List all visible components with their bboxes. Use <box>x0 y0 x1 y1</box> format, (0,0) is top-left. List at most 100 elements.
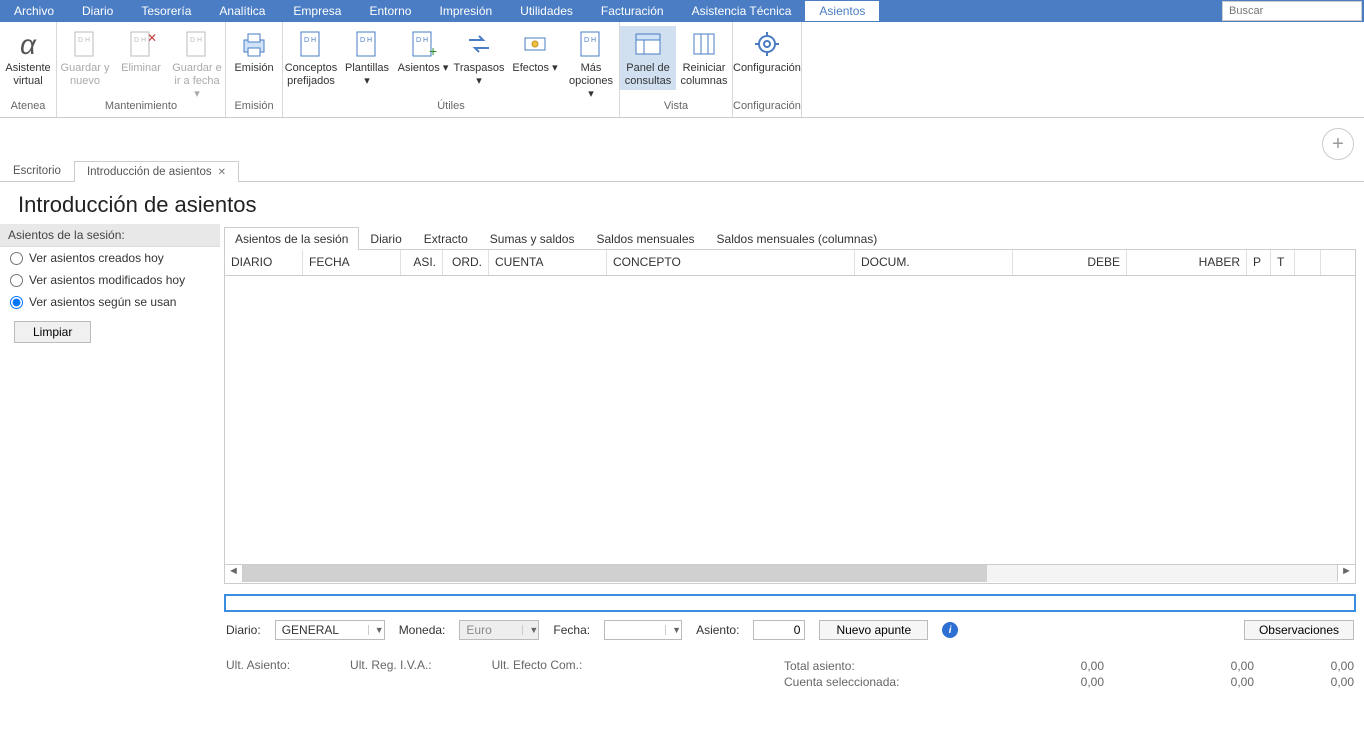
main-area: Asientos de la sesión: Ver asientos crea… <box>0 224 1364 690</box>
search-input[interactable] <box>1222 1 1362 21</box>
menu-item-asistenciatcnica[interactable]: Asistencia Técnica <box>678 1 806 21</box>
menu-item-entorno[interactable]: Entorno <box>355 1 425 21</box>
grid-col-fecha[interactable]: FECHA <box>303 250 401 275</box>
chevron-down-icon[interactable]: ▼ <box>522 625 538 635</box>
menu-item-archivo[interactable]: Archivo <box>0 1 68 21</box>
chevron-down-icon[interactable]: ▼ <box>665 625 681 635</box>
sub-tab-asientosdelasesin[interactable]: Asientos de la sesión <box>224 227 359 250</box>
scroll-right-icon[interactable]: ► <box>1337 565 1355 582</box>
alpha-icon: α <box>12 28 44 60</box>
diario-combo[interactable]: GENERAL ▼ <box>275 620 385 640</box>
footer-val: 0,00 <box>1254 658 1354 674</box>
grid-col-haber[interactable]: HABER <box>1127 250 1247 275</box>
observations-button[interactable]: Observaciones <box>1244 620 1354 640</box>
scroll-track[interactable] <box>243 565 1337 582</box>
svg-text:D H: D H <box>190 37 202 44</box>
clear-button[interactable]: Limpiar <box>14 321 91 343</box>
scroll-thumb[interactable] <box>243 565 987 582</box>
ribbon-btn-label: Guardar y nuevo <box>59 62 111 88</box>
ribbon-btn-label: Panel de consultas <box>622 62 674 88</box>
ribbon-btn-reiniciarcolumnas[interactable]: Reiniciar columnas <box>676 26 732 90</box>
dh-doc-icon: D H <box>295 28 327 60</box>
grid-horizontal-scrollbar[interactable]: ◄ ► <box>225 564 1355 582</box>
info-icon[interactable]: i <box>942 622 958 638</box>
ribbon-btn-asistentevirtual[interactable]: αAsistente virtual <box>0 26 56 90</box>
sub-tab-saldosmensualescolumnas[interactable]: Saldos mensuales (columnas) <box>706 227 889 250</box>
ribbon-btn-asientos[interactable]: D H+Asientos ▾ <box>395 26 451 77</box>
svg-text:✕: ✕ <box>147 31 157 45</box>
grid-col-concepto[interactable]: CONCEPTO <box>607 250 855 275</box>
ribbon-btn-paneldeconsultas[interactable]: Panel de consultas <box>620 26 676 90</box>
menu-item-utilidades[interactable]: Utilidades <box>506 1 587 21</box>
ribbon-group-label: Configuración <box>733 100 801 114</box>
fecha-label: Fecha: <box>553 623 590 637</box>
grid-col-blank[interactable] <box>1295 250 1321 275</box>
asiento-input[interactable] <box>753 620 805 640</box>
grid-col-docum[interactable]: DOCUM. <box>855 250 1013 275</box>
sub-tab-diario[interactable]: Diario <box>359 227 412 250</box>
ribbon-btn-label: Conceptos prefijados <box>285 62 338 88</box>
entry-form: Diario: GENERAL ▼ Moneda: Euro ▼ Fecha: … <box>224 618 1356 642</box>
svg-text:+: + <box>429 43 437 59</box>
menu-item-analtica[interactable]: Analítica <box>205 1 279 21</box>
radio-input[interactable] <box>10 252 23 265</box>
grid-body[interactable] <box>225 276 1355 564</box>
grid-col-t[interactable]: T <box>1271 250 1295 275</box>
ribbon-btn-efectos[interactable]: Efectos ▾ <box>507 26 563 77</box>
svg-text:α: α <box>20 29 37 60</box>
radio-input[interactable] <box>10 296 23 309</box>
ribbon-group-vista: Panel de consultasReiniciar columnasVist… <box>620 22 733 117</box>
new-entry-button[interactable]: Nuevo apunte <box>819 620 928 640</box>
scroll-left-icon[interactable]: ◄ <box>225 565 243 582</box>
ribbon-btn-conceptosprefijados[interactable]: D H Conceptos prefijados <box>283 26 339 90</box>
session-filter-option[interactable]: Ver asientos según se usan <box>0 291 220 313</box>
grid-col-p[interactable]: P <box>1247 250 1271 275</box>
document-tabs: EscritorioIntroducción de asientos✕ <box>0 158 1364 182</box>
svg-text:D H: D H <box>304 37 316 44</box>
ribbon-btn-emisin[interactable]: Emisión <box>226 26 282 77</box>
menu-item-asientos[interactable]: Asientos <box>805 1 879 21</box>
grid-col-asi[interactable]: ASI. <box>401 250 443 275</box>
ribbon-btn-plantillas[interactable]: D HPlantillas ▾ <box>339 26 395 90</box>
doc-tab-introduccindeasientos[interactable]: Introducción de asientos✕ <box>74 161 239 182</box>
ribbon-btn-configuracin[interactable]: Configuración <box>739 26 795 77</box>
fecha-combo[interactable]: ▼ <box>604 620 682 640</box>
menu-item-impresin[interactable]: Impresión <box>425 1 506 21</box>
menu-item-diario[interactable]: Diario <box>68 1 127 21</box>
sub-tab-extracto[interactable]: Extracto <box>413 227 479 250</box>
doc-tab-escritorio[interactable]: Escritorio <box>0 160 74 181</box>
doc-save-icon: D H <box>69 28 101 60</box>
session-filter-option[interactable]: Ver asientos creados hoy <box>0 247 220 269</box>
radio-input[interactable] <box>10 274 23 287</box>
ribbon-btn-label: Reiniciar columnas <box>678 62 730 88</box>
active-entry-bar[interactable] <box>224 594 1356 612</box>
ribbon-btn-msopciones[interactable]: D HMás opciones ▾ <box>563 26 619 104</box>
svg-text:D H: D H <box>78 37 90 44</box>
ribbon-btn-label: Efectos ▾ <box>512 62 557 75</box>
ribbon-btn-label: Más opciones ▾ <box>565 62 617 102</box>
close-icon[interactable]: ✕ <box>218 167 226 178</box>
menu-item-facturacin[interactable]: Facturación <box>587 1 678 21</box>
ribbon-btn-traspasos[interactable]: Traspasos ▾ <box>451 26 507 90</box>
sub-tab-sumasysaldos[interactable]: Sumas y saldos <box>479 227 586 250</box>
session-filter-option[interactable]: Ver asientos modificados hoy <box>0 269 220 291</box>
sub-tab-saldosmensuales[interactable]: Saldos mensuales <box>585 227 705 250</box>
add-tab-button[interactable]: + <box>1322 128 1354 160</box>
menu-item-empresa[interactable]: Empresa <box>279 1 355 21</box>
ribbon-btn-label: Plantillas ▾ <box>341 62 393 88</box>
menu-item-tesorera[interactable]: Tesorería <box>127 1 205 21</box>
footer-val: 0,00 <box>954 658 1104 674</box>
grid-col-cuenta[interactable]: CUENTA <box>489 250 607 275</box>
doc-del-icon: D H✕ <box>125 28 157 60</box>
grid-col-debe[interactable]: DEBE <box>1013 250 1127 275</box>
moneda-combo[interactable]: Euro ▼ <box>459 620 539 640</box>
ult-efecto-label: Ult. Efecto Com.: <box>492 658 583 690</box>
panel-icon <box>632 28 664 60</box>
ribbon-group-tiles: D HConceptos prefijadosD HPlantillas ▾D … <box>283 22 620 117</box>
grid-col-diario[interactable]: DIARIO <box>225 250 303 275</box>
session-panel-header: Asientos de la sesión: <box>0 224 220 247</box>
chevron-down-icon[interactable]: ▼ <box>368 625 384 635</box>
transfer-icon <box>463 28 495 60</box>
cuenta-sel-label: Cuenta seleccionada: <box>784 674 954 690</box>
grid-col-ord[interactable]: ORD. <box>443 250 489 275</box>
